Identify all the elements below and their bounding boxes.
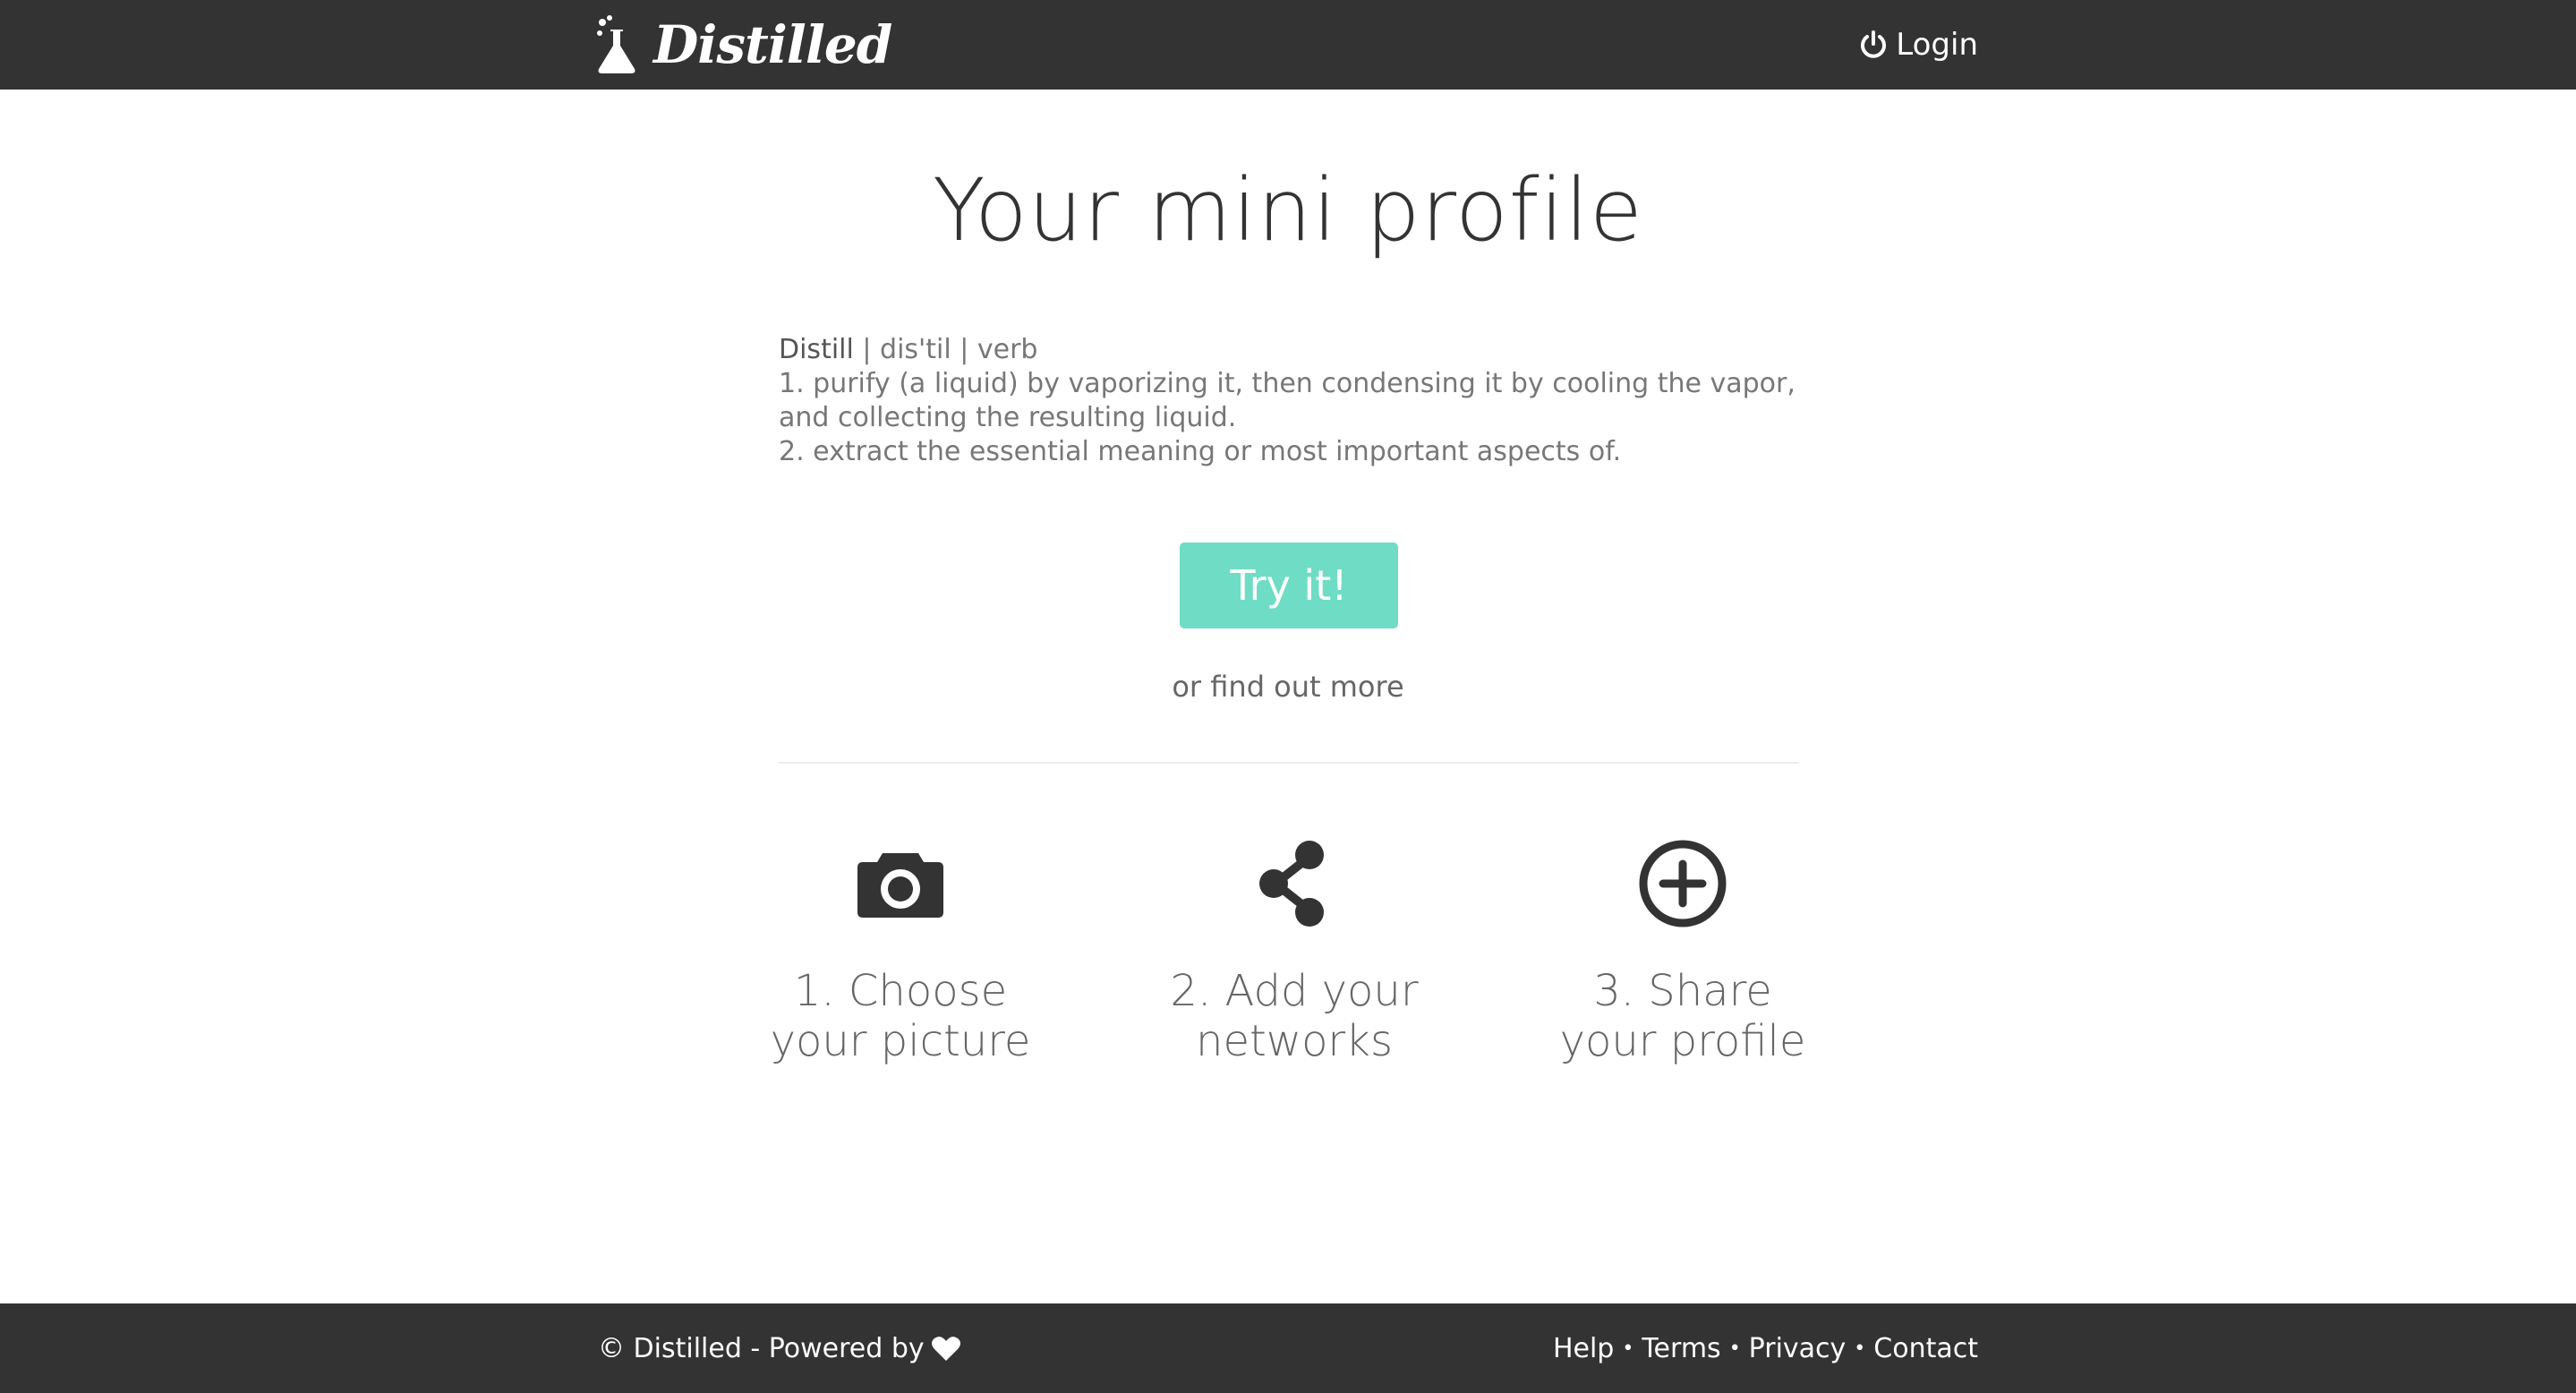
share-icon (1124, 837, 1464, 930)
find-out-more-link[interactable]: or find out more (0, 670, 2576, 704)
step-label-line-1: 1. Choose (793, 966, 1008, 1016)
step-label-line-2: your profile (1559, 1016, 1806, 1066)
footer-separator: • (1622, 1337, 1634, 1360)
footer-separator: • (1854, 1337, 1866, 1360)
page-title: Your mini profile (933, 160, 1643, 261)
footer-link-privacy[interactable]: Privacy (1749, 1333, 1847, 1364)
footer-link-help[interactable]: Help (1553, 1333, 1614, 1364)
flask-icon (596, 15, 637, 74)
brand-name: Distilled (653, 14, 892, 75)
footer-link-contact[interactable]: Contact (1873, 1333, 1978, 1364)
step-label-line-2: your picture (770, 1016, 1031, 1066)
definition-headword-line: Distill | dis'til | verb (779, 333, 1799, 367)
top-navbar: Distilled Login (0, 0, 2576, 90)
definition-pronunciation: | dis'til | verb (853, 334, 1038, 365)
footer: © Distilled - Powered by Help • Terms • … (0, 1303, 2576, 1393)
step-label-line-1: 3. Share (1593, 966, 1772, 1016)
section-divider (779, 762, 1799, 764)
copyright-text: © Distilled - Powered by (598, 1332, 925, 1364)
power-icon (1858, 30, 1896, 60)
step-add-networks: 2. Add your networks (1124, 837, 1464, 1066)
definition-line-3: 2. extract the essential meaning or most… (779, 436, 1622, 467)
step-share-profile: 3. Share your profile (1513, 837, 1853, 1066)
step-label: 3. Share your profile (1513, 966, 1853, 1066)
copyright: © Distilled - Powered by (598, 1303, 960, 1393)
brand-logo-link[interactable]: Distilled (596, 9, 892, 81)
step-label: 2. Add your networks (1124, 966, 1464, 1066)
try-it-button[interactable]: Try it! (1180, 543, 1398, 628)
plus-circle-icon (1513, 837, 1853, 930)
definition-block: Distill | dis'til | verb 1. purify (a li… (779, 333, 1799, 469)
definition-word: Distill (779, 334, 854, 365)
heart-icon (925, 1335, 960, 1362)
step-label: 1. Choose your picture (730, 966, 1070, 1066)
footer-separator: • (1728, 1337, 1741, 1360)
definition-line-2: and collecting the resulting liquid. (779, 402, 1237, 433)
login-link[interactable]: Login (1858, 20, 1978, 70)
login-label: Login (1896, 27, 1978, 63)
footer-link-terms[interactable]: Terms (1642, 1333, 1720, 1364)
camera-icon (730, 837, 1070, 930)
step-label-line-2: networks (1196, 1016, 1393, 1066)
footer-links: Help • Terms • Privacy • Contact (1553, 1303, 1978, 1393)
definition-line-1: 1. purify (a liquid) by vaporizing it, t… (779, 368, 1796, 399)
step-choose-picture: 1. Choose your picture (730, 837, 1070, 1066)
step-label-line-1: 2. Add your (1170, 966, 1419, 1016)
